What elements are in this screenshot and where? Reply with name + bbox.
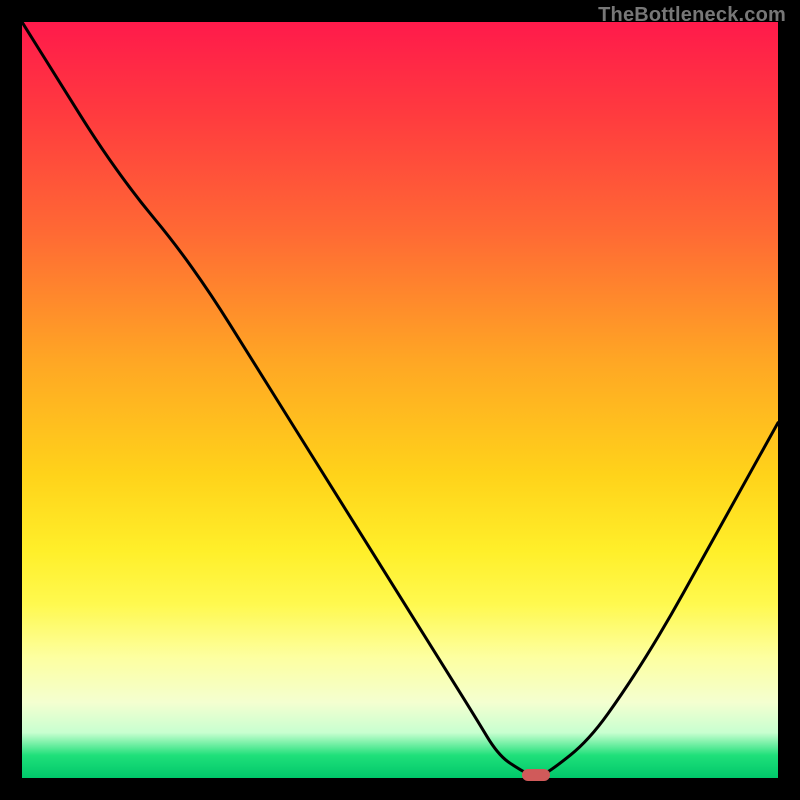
bottleneck-curve-svg — [22, 22, 778, 778]
chart-frame: TheBottleneck.com — [0, 0, 800, 800]
watermark-text: TheBottleneck.com — [598, 4, 786, 27]
plot-area — [22, 22, 778, 778]
bottleneck-curve-path — [22, 22, 778, 776]
optimal-point-marker — [522, 769, 550, 781]
